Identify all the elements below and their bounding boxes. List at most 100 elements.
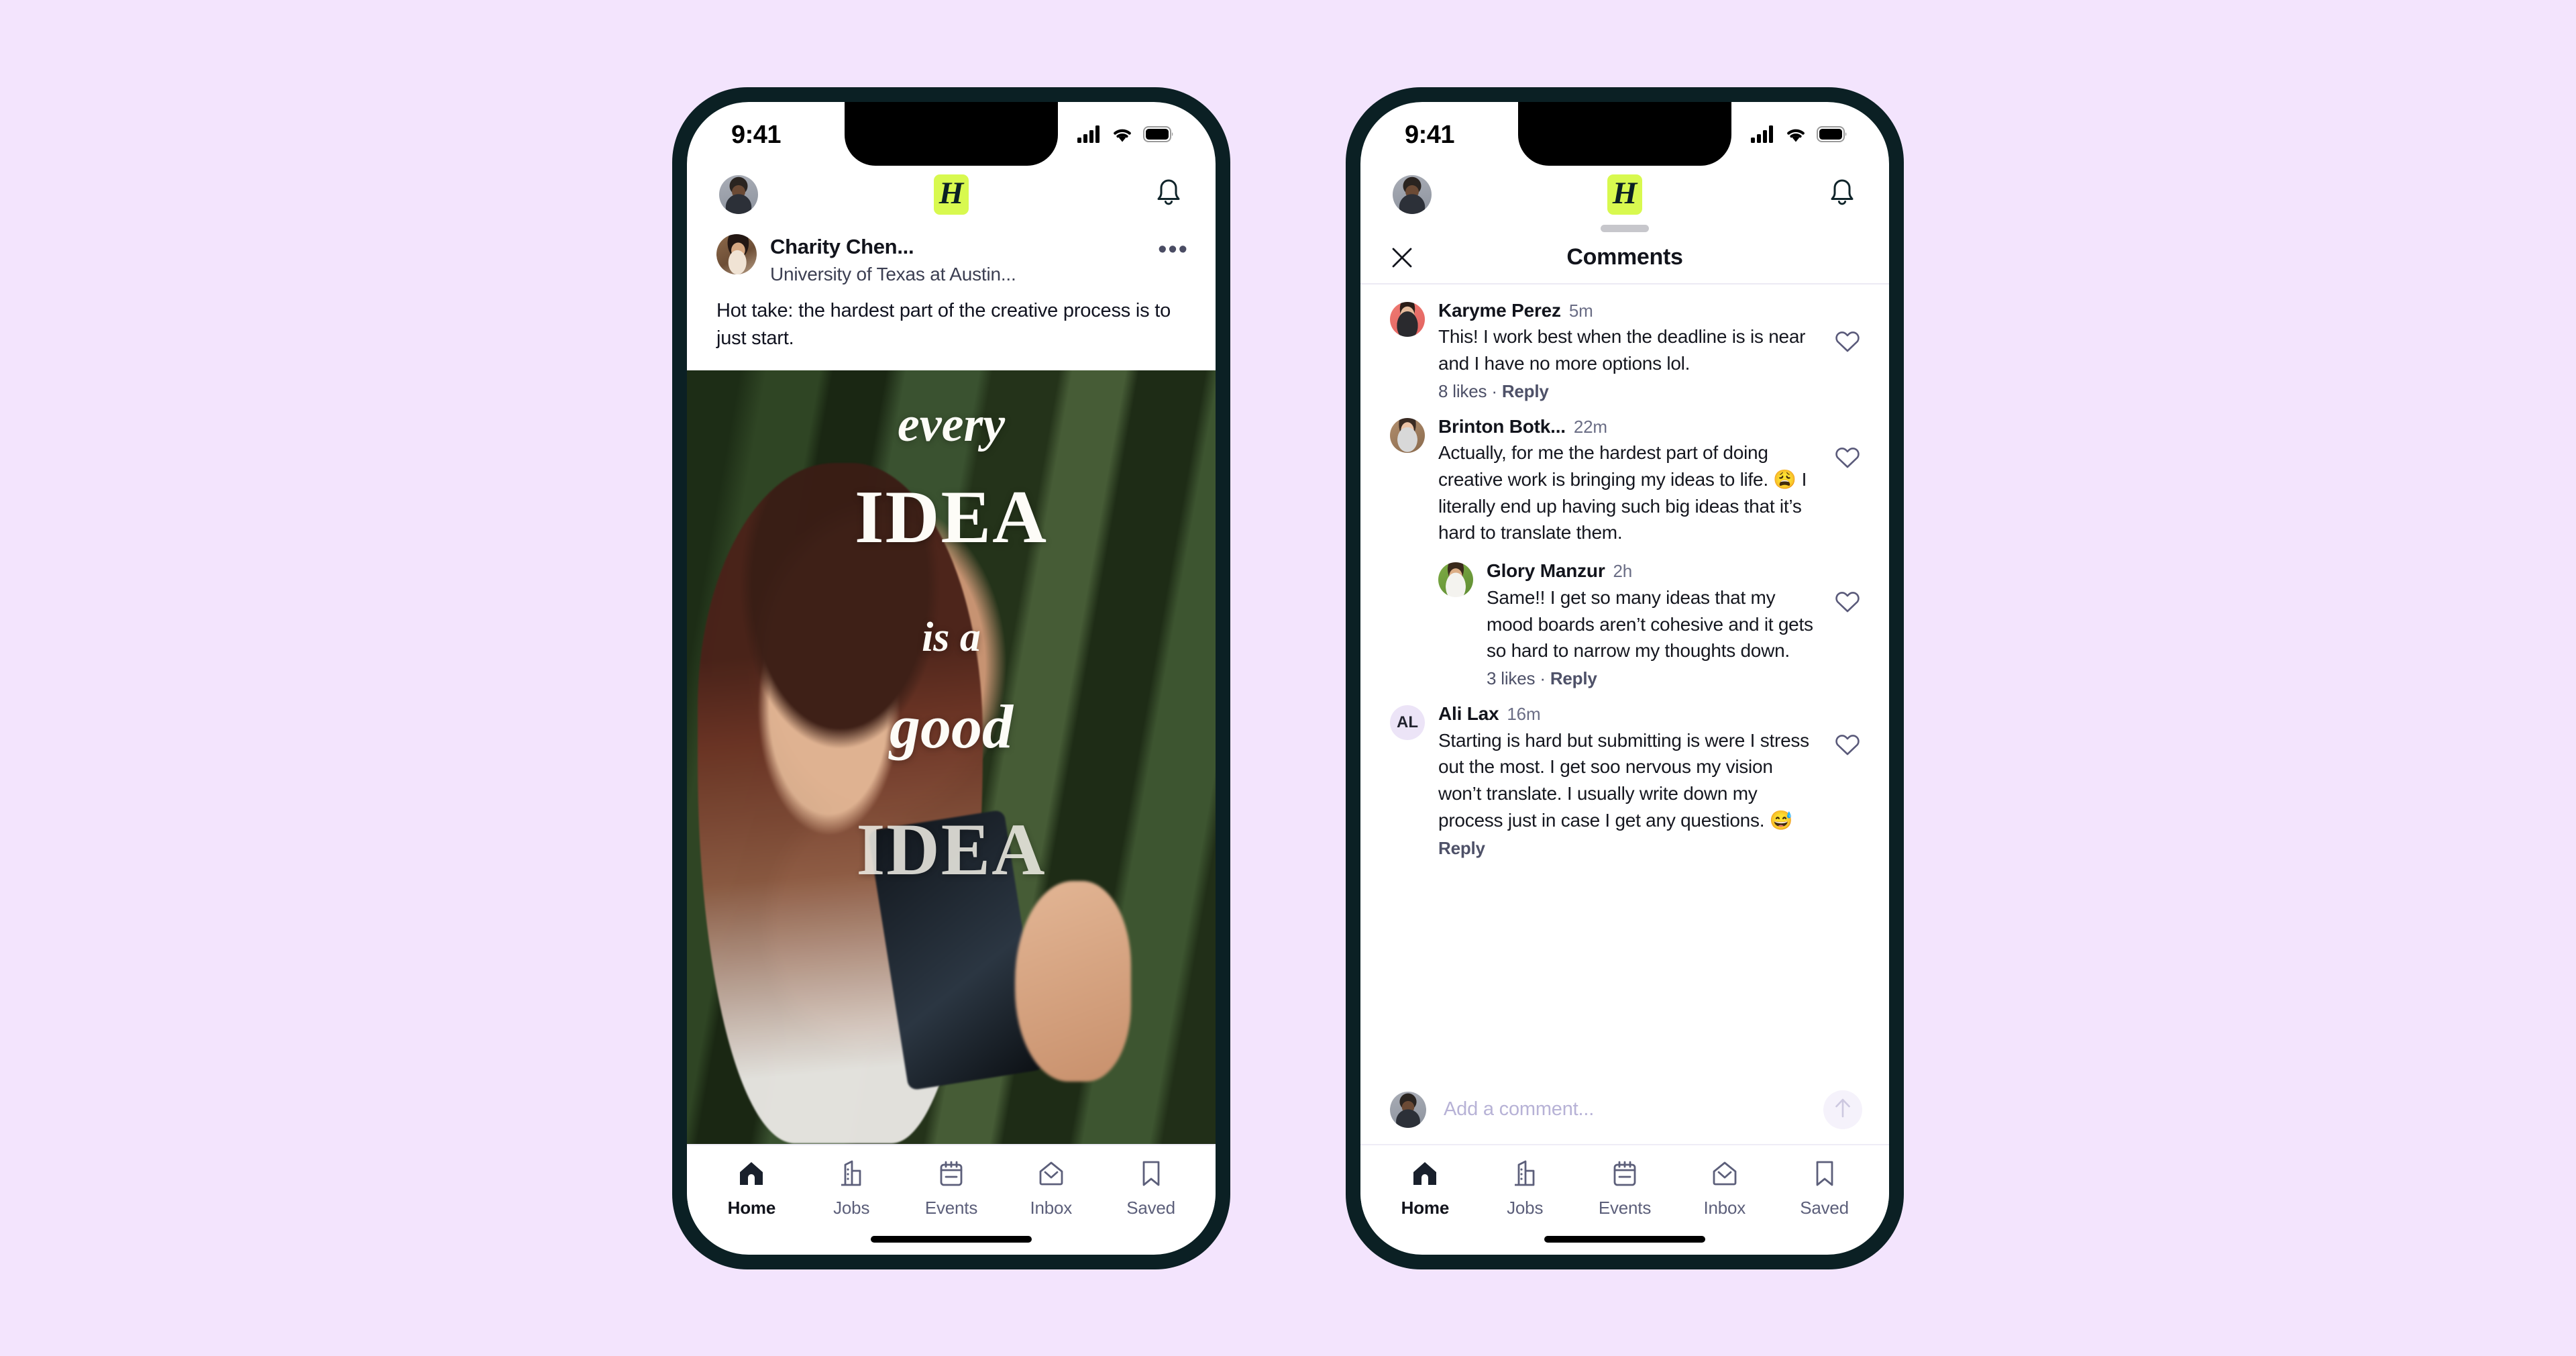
- cellular-signal-icon: [1751, 125, 1775, 146]
- close-icon[interactable]: [1390, 246, 1414, 270]
- bookmark-icon: [1810, 1159, 1839, 1192]
- comment-item: Brinton Botk... 22m Actually, for me the h…: [1360, 415, 1889, 547]
- tab-label: Events: [924, 1197, 978, 1218]
- device-notch: [845, 101, 1058, 166]
- tab-jobs[interactable]: Jobs: [1481, 1159, 1569, 1218]
- comment-author-name[interactable]: Ali Lax: [1438, 703, 1499, 724]
- home-icon: [737, 1159, 766, 1192]
- send-comment-button[interactable]: [1823, 1090, 1862, 1129]
- comment-meta: Karyme Perez 5m: [1438, 299, 1821, 322]
- tab-label: Saved: [1126, 1197, 1175, 1218]
- comment-actions: 3 likes · Reply: [1487, 668, 1821, 689]
- avatar[interactable]: [719, 174, 758, 214]
- comment-composer: [1360, 1078, 1889, 1144]
- app-logo[interactable]: H: [934, 174, 969, 215]
- comment-actions: 8 likes · Reply: [1438, 381, 1821, 402]
- comment-avatar[interactable]: [1438, 562, 1473, 598]
- heart-icon[interactable]: [1834, 560, 1865, 689]
- envelope-icon: [1710, 1159, 1739, 1192]
- comment-text: Actually, for me the hardest part of doi…: [1438, 442, 1807, 543]
- status-icons: [1751, 125, 1847, 146]
- tab-saved[interactable]: Saved: [1107, 1159, 1195, 1218]
- device-notch: [1518, 101, 1731, 166]
- bell-icon[interactable]: [1154, 177, 1183, 211]
- tab-home[interactable]: Home: [707, 1159, 796, 1218]
- comment-reply-button[interactable]: Reply: [1550, 668, 1597, 688]
- feed: Charity Chen... University of Texas at A…: [687, 223, 1216, 1144]
- battery-icon: [1143, 125, 1174, 146]
- tab-events[interactable]: Events: [907, 1159, 996, 1218]
- bell-icon[interactable]: [1827, 177, 1857, 211]
- building-icon: [837, 1159, 866, 1192]
- comment-author-name[interactable]: Brinton Botk...: [1438, 416, 1566, 437]
- comment-timestamp: 22m: [1573, 416, 1607, 437]
- wifi-icon: [1111, 125, 1134, 146]
- comment-meta: Brinton Botk... 22m: [1438, 415, 1821, 438]
- add-comment-input[interactable]: [1444, 1098, 1806, 1120]
- comment-text: Starting is hard but submitting is were …: [1438, 729, 1809, 831]
- comment-body: Glory Manzur 2h Same!! I get so many ideas…: [1487, 560, 1821, 689]
- comment-meta: Ali Lax 16m: [1438, 702, 1821, 725]
- overlay-line-2: IDEA: [854, 476, 1049, 560]
- comment-action-separator: ·: [1540, 668, 1546, 689]
- app-logo[interactable]: H: [1607, 174, 1642, 215]
- comment-author-name[interactable]: Karyme Perez: [1438, 300, 1561, 321]
- phone-left: 9:41 H Charity Chen... University of Tex…: [672, 87, 1230, 1269]
- tab-label: Events: [1598, 1197, 1652, 1218]
- app-header-right: H: [1360, 166, 1889, 223]
- app-header-left: H: [687, 166, 1216, 223]
- tab-inbox[interactable]: Inbox: [1680, 1159, 1769, 1218]
- comment-avatar[interactable]: [1390, 417, 1425, 453]
- home-indicator: [1544, 1235, 1705, 1243]
- comment-reply-button[interactable]: Reply: [1502, 381, 1549, 401]
- comment-body: Brinton Botk... 22m Actually, for me the h…: [1438, 415, 1821, 547]
- avatar: [1390, 1091, 1426, 1128]
- battery-icon: [1817, 125, 1847, 146]
- avatar[interactable]: [1393, 174, 1432, 214]
- post-author-meta: Charity Chen... University of Texas at A…: [770, 234, 1144, 286]
- envelope-icon: [1036, 1159, 1066, 1192]
- comment-text: This! I work best when the deadline is i…: [1438, 326, 1806, 374]
- heart-icon[interactable]: [1834, 702, 1865, 859]
- tab-saved[interactable]: Saved: [1780, 1159, 1869, 1218]
- tab-events[interactable]: Events: [1580, 1159, 1669, 1218]
- comment-author-name[interactable]: Glory Manzur: [1487, 560, 1605, 581]
- tab-label: Inbox: [1030, 1197, 1073, 1218]
- comment-item: Karyme Perez 5m This! I work best when the…: [1360, 299, 1889, 402]
- phone-right-screen: 9:41 H Comments Karyme Perez 5m This! I …: [1360, 101, 1889, 1255]
- post-media[interactable]: every IDEA is a good IDEA: [687, 370, 1216, 1144]
- tab-label: Jobs: [833, 1197, 870, 1218]
- bottom-tab-bar-left: Home Jobs Events Inbox Saved: [687, 1143, 1216, 1218]
- sheet-drag-handle[interactable]: [1601, 224, 1649, 232]
- home-icon: [1410, 1159, 1440, 1192]
- comment-reply-button[interactable]: Reply: [1438, 838, 1485, 858]
- cellular-signal-icon: [1077, 125, 1102, 146]
- phone-right: 9:41 H Comments Karyme Perez 5m This! I …: [1346, 87, 1904, 1269]
- comment-item: AL Ali Lax 16m Starting is hard but submitt…: [1360, 702, 1889, 859]
- comment-meta: Glory Manzur 2h: [1487, 560, 1821, 582]
- post-more-options-button[interactable]: •••: [1158, 234, 1189, 262]
- heart-icon[interactable]: [1834, 299, 1865, 402]
- post-body-text: Hot take: the hardest part of the creati…: [716, 300, 1171, 350]
- calendar-icon: [936, 1159, 966, 1192]
- status-time: 9:41: [731, 120, 782, 149]
- comment-reply-item: Glory Manzur 2h Same!! I get so many ideas…: [1360, 560, 1889, 689]
- comments-sheet: Comments Karyme Perez 5m This! I work best…: [1360, 223, 1889, 1144]
- overlay-line-5: IDEA: [856, 808, 1046, 890]
- phone-left-screen: 9:41 H Charity Chen... University of Tex…: [687, 101, 1216, 1255]
- tab-jobs[interactable]: Jobs: [807, 1159, 896, 1218]
- comment-avatar[interactable]: [1390, 301, 1425, 337]
- wifi-icon: [1784, 125, 1807, 146]
- tab-inbox[interactable]: Inbox: [1007, 1159, 1095, 1218]
- comment-timestamp: 5m: [1568, 300, 1593, 321]
- comment-like-count: 3 likes: [1487, 668, 1536, 689]
- screenshot-canvas: 9:41 H Charity Chen... University of Tex…: [0, 0, 2576, 1356]
- tab-home[interactable]: Home: [1381, 1159, 1469, 1218]
- comments-list[interactable]: Karyme Perez 5m This! I work best when the…: [1360, 284, 1889, 1078]
- heart-icon[interactable]: [1834, 415, 1865, 547]
- tab-label: Home: [1401, 1197, 1450, 1218]
- comment-avatar-initials[interactable]: AL: [1390, 705, 1425, 741]
- bottom-tab-bar-right: Home Jobs Events Inbox Saved: [1360, 1143, 1889, 1218]
- post-author-avatar[interactable]: [716, 233, 757, 274]
- calendar-icon: [1610, 1159, 1640, 1192]
